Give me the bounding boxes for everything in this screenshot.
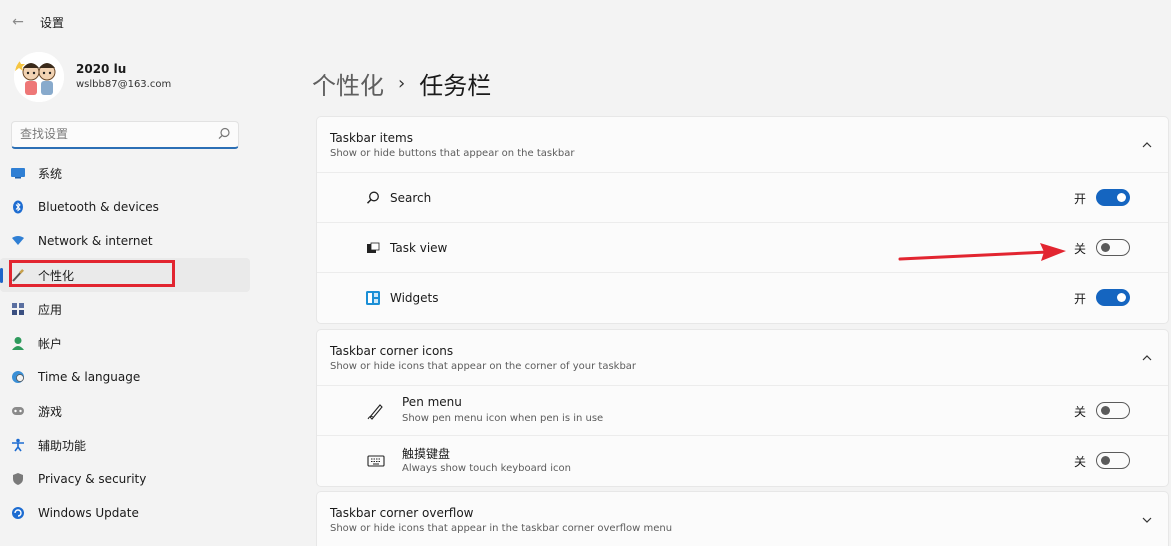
sidebar-item-label: 系统: [38, 166, 63, 181]
sidebar-item-label: 辅助功能: [38, 438, 87, 453]
annotation-highlight-box: [9, 260, 175, 287]
section-subtitle: Show or hide icons that appear on the co…: [330, 361, 637, 372]
sidebar-item-network[interactable]: Network & internet: [0, 224, 250, 258]
toggle-state-label: 开: [1073, 192, 1086, 206]
back-arrow-icon[interactable]: ←: [8, 12, 28, 32]
gamepad-icon: [10, 403, 26, 419]
sidebar-item-gaming[interactable]: 游戏: [0, 394, 250, 428]
taskbar-items-header[interactable]: Taskbar items Show or hide buttons that …: [317, 117, 1168, 173]
task-view-toggle[interactable]: [1096, 239, 1130, 256]
sidebar-item-label: Time & language: [38, 370, 141, 384]
app-title: 设置: [40, 16, 65, 30]
sidebar-item-windows-update[interactable]: Windows Update: [0, 496, 250, 530]
title-bar: ← 设置: [0, 0, 1171, 42]
chevron-up-icon[interactable]: [1140, 350, 1154, 364]
chevron-down-icon[interactable]: [1140, 512, 1154, 526]
section-title: Taskbar items: [330, 131, 413, 145]
sidebar-item-label: Bluetooth & devices: [38, 200, 159, 214]
pen-menu-toggle[interactable]: [1096, 402, 1130, 419]
search-icon[interactable]: [216, 126, 232, 142]
setting-row-search: Search 开: [317, 173, 1168, 223]
search-box[interactable]: [11, 121, 239, 149]
globe-clock-icon: [10, 369, 26, 385]
section-subtitle: Show or hide buttons that appear on the …: [330, 148, 575, 159]
corner-overflow-section: Taskbar corner overflow Show or hide ico…: [316, 491, 1169, 546]
breadcrumb-separator: ›: [398, 73, 406, 94]
toggle-state-label: 关: [1073, 405, 1086, 419]
sidebar-item-label: 帐户: [38, 336, 63, 351]
user-name: 2020 lu: [76, 62, 127, 76]
monitor-icon: [10, 165, 26, 181]
active-indicator: [0, 268, 3, 283]
page-title: 任务栏: [419, 72, 492, 100]
sidebar-item-label: Privacy & security: [38, 472, 147, 486]
toggle-state-label: 关: [1073, 242, 1086, 256]
sidebar-item-system[interactable]: 系统: [0, 156, 250, 190]
sidebar-item-accounts[interactable]: 帐户: [0, 326, 250, 360]
section-subtitle: Show or hide icons that appear in the ta…: [330, 523, 673, 534]
setting-label: Pen menu: [402, 395, 462, 409]
search-icon: [364, 189, 382, 207]
wifi-icon: [10, 233, 26, 249]
sidebar-item-accessibility[interactable]: 辅助功能: [0, 428, 250, 462]
breadcrumb: 个性化 › 任务栏: [312, 66, 491, 101]
person-icon: [10, 335, 26, 351]
taskbar-items-section: Taskbar items Show or hide buttons that …: [316, 116, 1169, 324]
avatar[interactable]: [14, 52, 64, 102]
sidebar-item-label: 游戏: [38, 404, 63, 419]
sidebar-item-bluetooth[interactable]: Bluetooth & devices: [0, 190, 250, 224]
apps-icon: [10, 301, 26, 317]
setting-row-touch-keyboard: 触摸键盘 Always show touch keyboard icon 关: [317, 436, 1168, 486]
sidebar-item-label: Windows Update: [38, 506, 139, 520]
user-email: wslbb87@163.com: [76, 79, 172, 90]
bluetooth-icon: [10, 199, 26, 215]
pen-icon: [367, 402, 385, 420]
widgets-icon: [364, 289, 382, 307]
sidebar-item-label: Network & internet: [38, 234, 153, 248]
section-title: Taskbar corner icons: [330, 344, 454, 358]
shield-icon: [10, 471, 26, 487]
sidebar-item-apps[interactable]: 应用: [0, 292, 250, 326]
setting-label: Task view: [390, 241, 448, 255]
widgets-toggle[interactable]: [1096, 289, 1130, 306]
setting-row-widgets: Widgets 开: [317, 273, 1168, 323]
setting-label: Widgets: [390, 291, 439, 305]
keyboard-icon: [367, 452, 385, 470]
accessibility-icon: [10, 437, 26, 453]
setting-description: Always show touch keyboard icon: [402, 463, 571, 474]
search-toggle[interactable]: [1096, 189, 1130, 206]
sidebar-nav: 系统 Bluetooth & devices Network & interne…: [0, 156, 250, 530]
corner-overflow-header[interactable]: Taskbar corner overflow Show or hide ico…: [317, 492, 1168, 546]
corner-icons-header[interactable]: Taskbar corner icons Show or hide icons …: [317, 330, 1168, 386]
chevron-up-icon[interactable]: [1140, 137, 1154, 151]
setting-label: 触摸键盘: [402, 447, 451, 461]
sidebar-item-label: 应用: [38, 302, 63, 317]
update-icon: [10, 505, 26, 521]
section-title: Taskbar corner overflow: [330, 506, 474, 520]
touch-keyboard-toggle[interactable]: [1096, 452, 1130, 469]
search-input[interactable]: [20, 127, 210, 141]
setting-label: Search: [390, 191, 432, 205]
sidebar-item-privacy[interactable]: Privacy & security: [0, 462, 250, 496]
task-view-icon: [364, 239, 382, 257]
setting-description: Show pen menu icon when pen is in use: [402, 413, 604, 424]
toggle-state-label: 开: [1073, 292, 1086, 306]
corner-icons-section: Taskbar corner icons Show or hide icons …: [316, 329, 1169, 487]
sidebar-item-time-language[interactable]: Time & language: [0, 360, 250, 394]
setting-row-task-view: Task view 关: [317, 223, 1168, 273]
breadcrumb-parent[interactable]: 个性化: [312, 66, 384, 101]
setting-row-pen-menu: Pen menu Show pen menu icon when pen is …: [317, 386, 1168, 436]
toggle-state-label: 关: [1073, 455, 1086, 469]
